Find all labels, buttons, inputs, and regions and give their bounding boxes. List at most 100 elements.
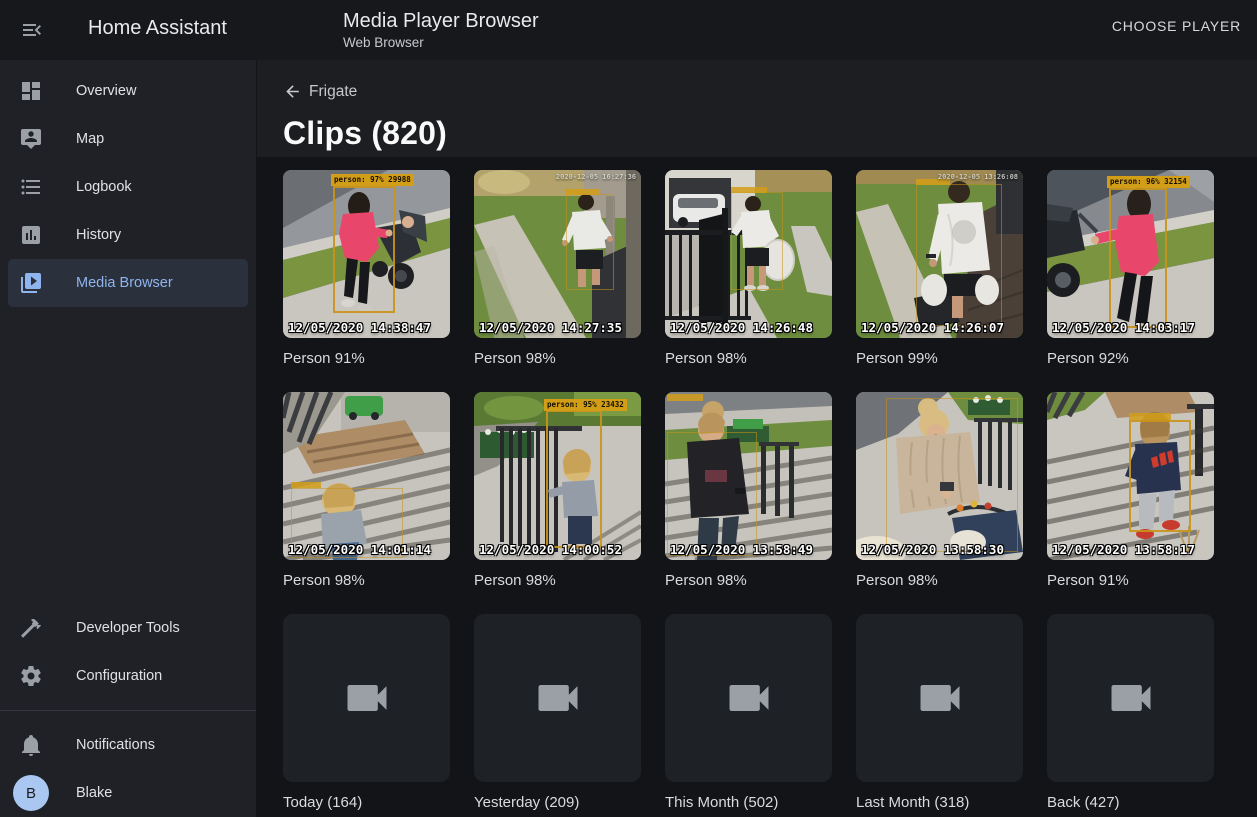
detection-box	[1109, 188, 1167, 328]
video-icon	[1105, 672, 1157, 724]
detection-box	[566, 194, 614, 290]
clip-tile[interactable]: person: 95% 23432 12/05/2020 14:00:52 Pe…	[474, 392, 641, 591]
clip-label: Person 99%	[856, 349, 1023, 369]
clip-label: Person 92%	[1047, 349, 1214, 369]
sidebar-item-label: Overview	[76, 83, 136, 99]
content-header: Frigate Clips (820)	[257, 60, 1257, 157]
sidebar-item-label: Developer Tools	[76, 620, 180, 636]
chart-box-icon	[19, 223, 43, 247]
clip-tile[interactable]: 12/05/2020 14:01:14 Person 98%	[283, 392, 450, 591]
clip-timestamp: 12/05/2020 13:58:49	[670, 542, 813, 557]
dashboard-icon	[19, 79, 43, 103]
clip-tile[interactable]: person: 96% 32154 12/05/2020 14:03:17 Pe…	[1047, 170, 1214, 369]
clip-tile[interactable]: person: 97% 29988 12/05/2020 14:38:47 Pe…	[283, 170, 450, 369]
clip-tile[interactable]: 12/05/2020 13:58:49 Person 98%	[665, 392, 832, 591]
clip-label: Person 98%	[856, 571, 1023, 591]
sidebar-divider	[0, 710, 256, 711]
folder-label: Today (164)	[283, 793, 450, 813]
video-icon	[532, 672, 584, 724]
sidebar-item-configuration[interactable]: Configuration	[0, 652, 256, 700]
clip-tile[interactable]: 12/05/2020 13:58:30 Person 98%	[856, 392, 1023, 591]
clip-label: Person 91%	[1047, 571, 1214, 591]
detection-label: person: 95% 23432	[544, 399, 627, 411]
sidebar-item-label: Logbook	[76, 179, 132, 195]
sidebar-item-user-profile[interactable]: B Blake	[0, 769, 256, 817]
sidebar-item-media-browser[interactable]: Media Browser	[8, 259, 248, 307]
sidebar-item-label: History	[76, 227, 121, 243]
clip-timestamp: 12/05/2020 14:26:48	[670, 320, 813, 335]
breadcrumb-back[interactable]: Frigate	[283, 82, 357, 101]
detection-box	[333, 186, 395, 313]
hammer-icon	[19, 616, 43, 640]
page-header-subtitle: Web Browser	[343, 35, 539, 50]
folder-label: Last Month (318)	[856, 793, 1023, 813]
clip-label: Person 98%	[665, 349, 832, 369]
detection-box	[731, 192, 783, 290]
clip-thumbnail: 12/05/2020 13:58:17	[1047, 392, 1214, 560]
folder-tile-last-month[interactable]: Last Month (318)	[856, 614, 1023, 813]
clip-thumbnail: 12/05/2020 14:26:48	[665, 170, 832, 338]
breadcrumb-label: Frigate	[309, 83, 357, 101]
clip-tile[interactable]: 2020-12-05 13:26:08 12/05/2020 14:26:07 …	[856, 170, 1023, 369]
clip-thumbnail: 2020-12-05 13:26:08 12/05/2020 14:26:07	[856, 170, 1023, 338]
play-box-multiple-icon	[19, 271, 43, 295]
sidebar-item-label: Map	[76, 131, 104, 147]
clip-thumbnail: 12/05/2020 14:01:14	[283, 392, 450, 560]
camera-snapshot	[474, 170, 641, 338]
clip-timestamp: 12/05/2020 13:58:30	[861, 542, 1004, 557]
clip-tile[interactable]: 12/05/2020 13:58:17 Person 91%	[1047, 392, 1214, 591]
detection-box	[916, 184, 1002, 326]
sidebar-item-logbook[interactable]: Logbook	[0, 163, 256, 211]
top-app-bar: Home Assistant Media Player Browser Web …	[0, 0, 1257, 60]
detection-chip	[667, 394, 703, 401]
clip-label: Person 98%	[474, 571, 641, 591]
arrow-left-icon	[283, 82, 302, 101]
clip-timestamp: 12/05/2020 14:26:07	[861, 320, 1004, 335]
clip-timestamp: 12/05/2020 14:00:52	[479, 542, 622, 557]
clip-label: Person 98%	[283, 571, 450, 591]
sidebar-item-developer-tools[interactable]: Developer Tools	[0, 604, 256, 652]
folder-thumbnail	[1047, 614, 1214, 782]
clip-thumbnail: 2020-12-05 16:27:36 12/05/2020 14:27:35	[474, 170, 641, 338]
clip-timestamp: 12/05/2020 14:27:35	[479, 320, 622, 335]
folder-label: Yesterday (209)	[474, 793, 641, 813]
choose-player-button[interactable]: CHOOSE PLAYER	[1112, 18, 1241, 34]
user-name-label: Blake	[76, 785, 112, 801]
sidebar-item-label: Media Browser	[76, 275, 173, 291]
clip-tile[interactable]: 2020-12-05 16:27:36 12/05/2020 14:27:35 …	[474, 170, 641, 369]
folder-thumbnail	[856, 614, 1023, 782]
clip-timestamp: 12/05/2020 14:01:14	[288, 542, 431, 557]
clip-tile[interactable]: 12/05/2020 14:26:48 Person 98%	[665, 170, 832, 369]
clip-timestamp: 12/05/2020 14:03:17	[1052, 320, 1195, 335]
video-icon	[723, 672, 775, 724]
clip-timestamp: 12/05/2020 13:58:17	[1052, 542, 1195, 557]
media-browser-content: Frigate Clips (820)	[257, 60, 1257, 817]
clip-thumbnail: 12/05/2020 13:58:30	[856, 392, 1023, 560]
clip-thumbnail: 12/05/2020 13:58:49	[665, 392, 832, 560]
sidebar-item-history[interactable]: History	[0, 211, 256, 259]
page-header-title: Media Player Browser	[343, 9, 539, 33]
osd-timestamp: 2020-12-05 13:26:08	[938, 173, 1018, 181]
gear-icon	[19, 664, 43, 688]
folder-tile-this-month[interactable]: This Month (502)	[665, 614, 832, 813]
detection-box	[546, 410, 602, 548]
folder-thumbnail	[474, 614, 641, 782]
sidebar: Overview Map Logbook History Media Brows…	[0, 60, 256, 817]
clip-thumbnail: person: 95% 23432 12/05/2020 14:00:52	[474, 392, 641, 560]
detection-chip	[566, 189, 600, 195]
clip-label: Person 91%	[283, 349, 450, 369]
menu-open-icon[interactable]	[18, 16, 46, 44]
folder-tile-back[interactable]: Back (427)	[1047, 614, 1214, 813]
folder-tile-today[interactable]: Today (164)	[283, 614, 450, 813]
clip-timestamp: 12/05/2020 14:38:47	[288, 320, 431, 335]
sidebar-item-notifications[interactable]: Notifications	[0, 721, 256, 769]
tooltip-account-icon	[19, 127, 43, 151]
folder-tile-yesterday[interactable]: Yesterday (209)	[474, 614, 641, 813]
page-title: Clips (820)	[283, 115, 1257, 152]
detection-chip	[1129, 413, 1171, 420]
sidebar-item-label: Notifications	[76, 737, 155, 753]
clip-thumbnail: person: 96% 32154 12/05/2020 14:03:17	[1047, 170, 1214, 338]
sidebar-item-overview[interactable]: Overview	[0, 67, 256, 115]
bell-icon	[19, 733, 43, 757]
sidebar-item-map[interactable]: Map	[0, 115, 256, 163]
